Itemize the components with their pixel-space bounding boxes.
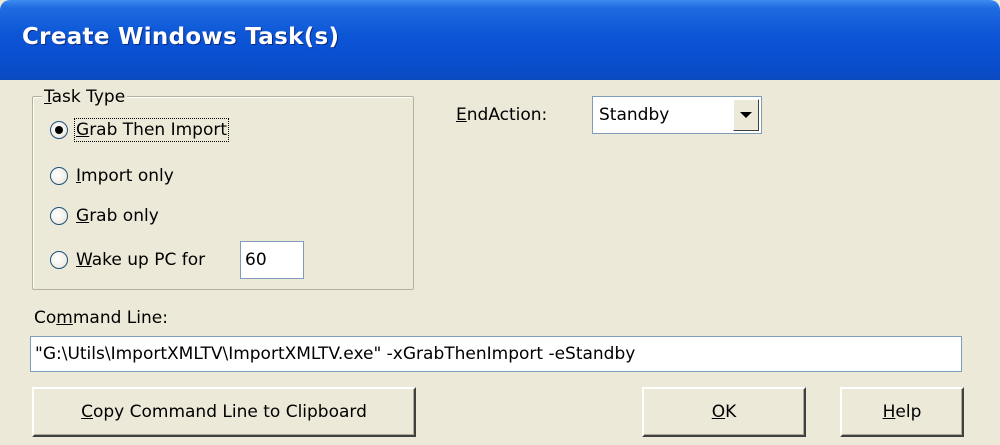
task-type-legend: Task Type — [42, 87, 128, 107]
wake-minutes-input[interactable]: 60 — [240, 241, 304, 279]
radio-label-grab-then-import: Grab Then Import — [73, 118, 230, 142]
copy-command-line-button[interactable]: Copy Command Line to Clipboard — [32, 387, 416, 437]
command-line-label: Command Line: — [34, 308, 168, 328]
radio-label-grab-only: Grab only — [76, 206, 159, 226]
radio-grab-only[interactable]: Grab only — [50, 204, 159, 228]
help-button[interactable]: Help — [840, 387, 964, 437]
help-button-label: Help — [882, 402, 922, 422]
copy-command-line-label: Copy Command Line to Clipboard — [81, 402, 367, 422]
title-bar[interactable]: Create Windows Task(s) — [0, 0, 1000, 80]
dialog-window: Create Windows Task(s) Task Type Grab Th… — [0, 0, 1000, 445]
chevron-down-icon — [740, 112, 752, 118]
radio-button-selected[interactable] — [50, 121, 68, 139]
command-line-input[interactable]: "G:\Utils\ImportXMLTV\ImportXMLTV.exe" -… — [30, 336, 962, 372]
ok-button-label: OK — [711, 402, 737, 422]
radio-button[interactable] — [50, 251, 68, 269]
radio-label-wake-up-pc: Wake up PC for — [76, 250, 206, 270]
radio-import-only[interactable]: Import only — [50, 164, 174, 188]
dropdown-button[interactable] — [733, 99, 759, 131]
radio-grab-then-import[interactable]: Grab Then Import — [50, 118, 230, 142]
radio-button[interactable] — [50, 167, 68, 185]
window-title: Create Windows Task(s) — [22, 24, 340, 50]
radio-label-import-only: Import only — [76, 166, 174, 186]
end-action-select[interactable]: Standby — [592, 96, 762, 134]
radio-button[interactable] — [50, 207, 68, 225]
end-action-label: EndAction: — [456, 105, 548, 125]
end-action-value: Standby — [599, 105, 670, 125]
ok-button[interactable]: OK — [642, 387, 806, 437]
radio-wake-up-pc[interactable]: Wake up PC for — [50, 248, 205, 272]
